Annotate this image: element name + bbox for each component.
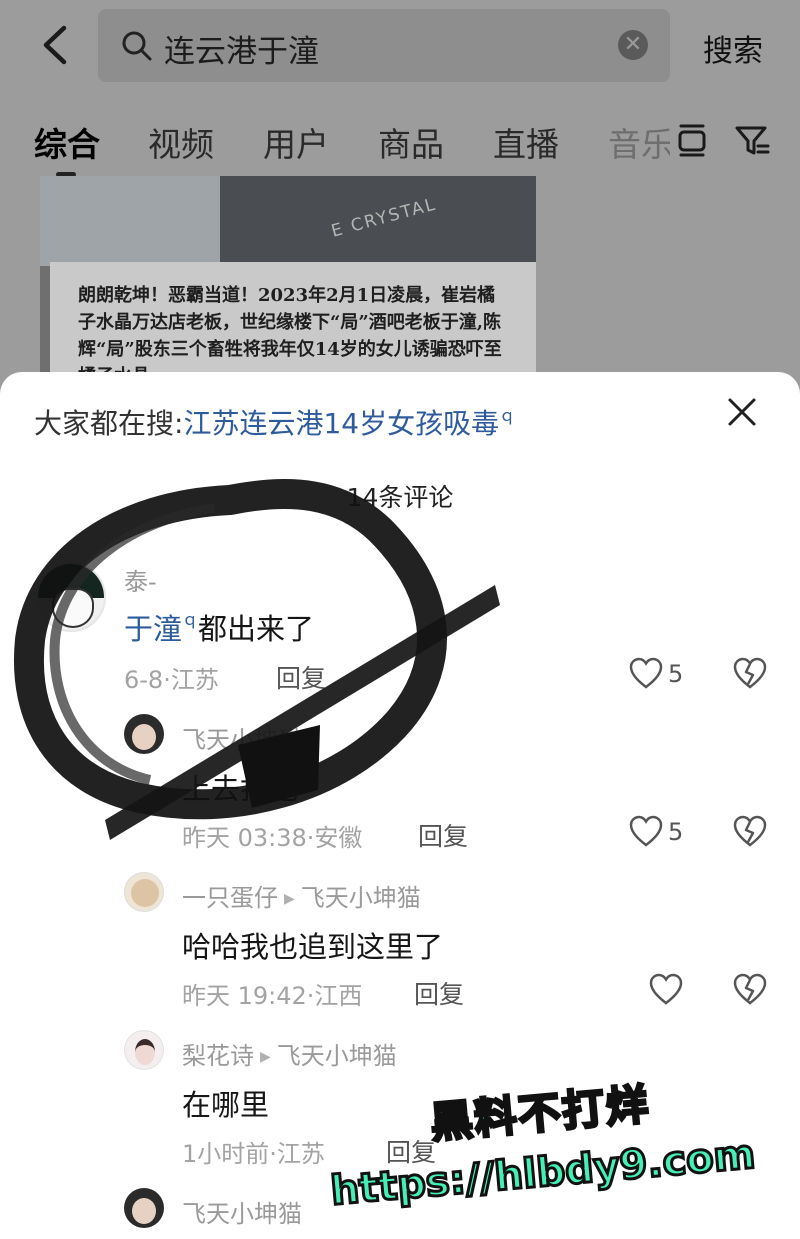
reply-button[interactable]: 回复 [276, 659, 326, 695]
reply-meta: 1小时前·江苏 [182, 1140, 325, 1168]
search-header: 连云港于潼 ✕ 搜索 [0, 0, 800, 90]
search-input[interactable]: 连云港于潼 ✕ [98, 9, 670, 82]
layout-toggle-icon[interactable] [672, 120, 712, 160]
avatar-face [52, 588, 94, 628]
back-arrow-icon [43, 25, 67, 65]
reply-text: 上去打他 [182, 772, 299, 806]
like-count: 5 [668, 660, 684, 688]
video-cover[interactable]: E CRYSTAL 朗朗乾坤！恶霸当道！2023年2月1日凌晨，崔岩橘子水晶万达… [40, 176, 536, 386]
tab-live[interactable]: 直播 [493, 118, 559, 166]
reply-button[interactable]: 回复 [386, 1133, 436, 1169]
reply-arrow-icon: ▶ [284, 891, 295, 907]
reply-header: 一只蛋仔 ▶ 飞天小坤猫 [182, 878, 421, 913]
search-icon [122, 31, 152, 61]
avatar[interactable] [124, 872, 164, 912]
reply-arrow-icon: ▶ [260, 1049, 271, 1065]
reply-username[interactable]: 飞天小坤猫 [182, 720, 302, 755]
hot-search-prefix: 大家都在搜: [34, 407, 184, 440]
avatar-face [132, 1198, 156, 1224]
like-count: 5 [668, 818, 684, 846]
comment-sheet: 大家都在搜:江苏连云港14岁女孩吸毒ｑ 14条评论 泰- 于潼ｑ都出来了 6-8… [0, 372, 800, 1239]
search-query: 连云港于潼 [164, 34, 319, 70]
avatar-face [135, 1039, 155, 1065]
hot-search-bar[interactable]: 大家都在搜:江苏连云港14岁女孩吸毒ｑ [34, 402, 515, 442]
reply-username[interactable]: 飞天小坤猫 [182, 1194, 302, 1229]
cover-notice-text: 朗朗乾坤！恶霸当道！2023年2月1日凌晨，崔岩橘子水晶万达店老板，世纪缘楼下“… [50, 262, 536, 386]
tab-users[interactable]: 用户 [263, 118, 329, 166]
comment-username[interactable]: 泰- [124, 562, 157, 597]
reply-to-username[interactable]: 飞天小坤猫 [277, 1042, 397, 1070]
avatar[interactable] [124, 1030, 164, 1070]
comment-link[interactable]: 于潼 [124, 612, 182, 646]
reply-username[interactable]: 梨花诗 [182, 1042, 254, 1070]
back-button[interactable] [36, 22, 76, 68]
comment-text: 于潼ｑ都出来了 [124, 606, 314, 648]
avatar-face [132, 724, 156, 750]
reply-button[interactable]: 回复 [414, 975, 464, 1011]
cover-sky [40, 176, 220, 266]
avatar[interactable] [124, 714, 164, 754]
tab-video[interactable]: 视频 [148, 118, 214, 166]
close-icon[interactable] [726, 396, 758, 428]
reply-text: 在哪里 [182, 1088, 270, 1122]
comment-meta: 6-8·江苏 [124, 666, 219, 694]
hot-search-link[interactable]: 江苏连云港14岁女孩吸毒 [183, 407, 499, 440]
heart-icon[interactable] [628, 814, 664, 850]
dislike-icon[interactable] [732, 656, 768, 692]
avatar-face [131, 879, 159, 907]
avatar[interactable] [36, 562, 106, 632]
result-tabs: 综合 视频 用户 商品 直播 音乐 [0, 110, 800, 177]
search-button[interactable]: 搜索 [703, 26, 763, 70]
clear-icon[interactable]: ✕ [618, 30, 648, 60]
reply-meta: 昨天 03:38·安徽 [182, 824, 363, 852]
tab-products[interactable]: 商品 [378, 118, 444, 166]
search-small-icon: ｑ [499, 406, 516, 425]
comment-body: 都出来了 [198, 612, 315, 646]
avatar[interactable] [124, 1188, 164, 1228]
dislike-icon[interactable] [732, 814, 768, 850]
filter-icon[interactable] [732, 120, 772, 160]
reply-text: 哈哈我也追到这里了 [182, 930, 444, 964]
comment-count: 14条评论 [346, 483, 454, 512]
reply-header: 梨花诗 ▶ 飞天小坤猫 [182, 1036, 397, 1071]
tab-music[interactable]: 音乐 [608, 118, 670, 166]
reply-button[interactable]: 回复 [418, 817, 468, 853]
reply-to-username[interactable]: 飞天小坤猫 [301, 884, 421, 912]
search-small-icon: ｑ [182, 610, 199, 629]
heart-icon[interactable] [648, 972, 684, 1008]
reply-meta: 昨天 19:42·江西 [182, 982, 363, 1010]
dislike-icon[interactable] [732, 972, 768, 1008]
heart-icon[interactable] [628, 656, 664, 692]
reply-username[interactable]: 一只蛋仔 [182, 884, 278, 912]
tab-general[interactable]: 综合 [34, 118, 100, 166]
